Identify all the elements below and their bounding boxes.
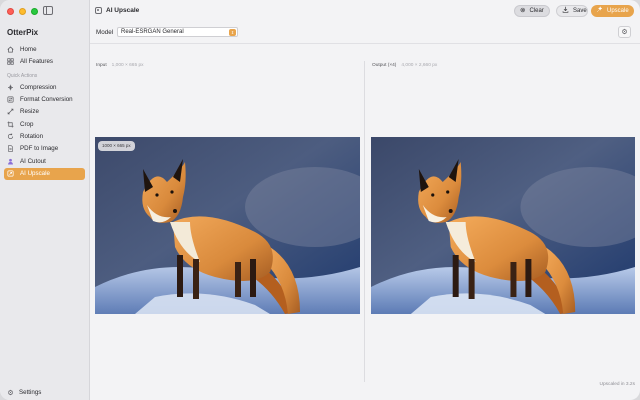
sidebar-item-label: Rotation bbox=[20, 133, 44, 141]
grid-icon bbox=[7, 58, 14, 65]
toolbar: AI Upscale ⊗ Clear Save Upscale bbox=[90, 0, 640, 22]
input-label: Input bbox=[96, 63, 107, 68]
sidebar-item-label: AI Cutout bbox=[20, 157, 46, 165]
sidebar-item-ai-upscale[interactable]: AI Upscale bbox=[4, 167, 85, 180]
sidebar: OtterPix Home All Features Quick Actions bbox=[0, 0, 90, 400]
fox-photo bbox=[95, 137, 360, 314]
sparkle-icon bbox=[596, 6, 603, 16]
sidebar-item-label: Crop bbox=[20, 120, 34, 128]
house-icon bbox=[7, 46, 14, 53]
rotate-icon bbox=[7, 133, 14, 140]
gear-icon: ⚙ bbox=[621, 29, 628, 36]
sidebar-item-settings[interactable]: ⚙ Settings bbox=[7, 389, 42, 397]
zoom-window-button[interactable] bbox=[31, 8, 38, 15]
image-icon bbox=[95, 7, 102, 14]
fox-photo-upscaled bbox=[371, 137, 635, 314]
clear-button[interactable]: ⊗ Clear bbox=[514, 5, 550, 17]
settings-label: Settings bbox=[19, 389, 42, 396]
sidebar-item-resize[interactable]: Resize bbox=[4, 106, 85, 118]
quick-actions-heading: Quick Actions bbox=[7, 73, 38, 79]
sidebar-item-label: All Features bbox=[20, 57, 54, 65]
resize-icon bbox=[7, 108, 14, 115]
sidebar-item-label: Format Conversion bbox=[20, 95, 73, 103]
status-text: Upscaled in 3.2s bbox=[599, 382, 635, 387]
primary-nav: Home All Features bbox=[4, 43, 85, 68]
gear-icon: ⚙ bbox=[7, 389, 14, 397]
sidebar-item-label: Resize bbox=[20, 108, 39, 116]
sidebar-item-format-conversion[interactable]: Format Conversion bbox=[4, 93, 85, 105]
sidebar-item-home[interactable]: Home bbox=[4, 43, 85, 55]
upscale-button[interactable]: Upscale bbox=[591, 5, 634, 17]
person-icon bbox=[7, 158, 14, 165]
sidebar-item-label: Compression bbox=[20, 83, 57, 91]
model-selected-value: Real-ESRGAN General bbox=[121, 29, 184, 35]
panel-divider[interactable] bbox=[364, 61, 365, 382]
upscale-icon bbox=[7, 170, 14, 177]
sidebar-item-label: PDF to Image bbox=[20, 145, 59, 153]
model-label: Model bbox=[96, 29, 114, 36]
app-name: OtterPix bbox=[7, 28, 39, 37]
sidebar-item-all-features[interactable]: All Features bbox=[4, 55, 85, 67]
input-panel-header: Input 1,000 × 665 px bbox=[96, 63, 144, 68]
page-title: AI Upscale bbox=[106, 7, 140, 14]
sidebar-item-rotation[interactable]: Rotation bbox=[4, 131, 85, 143]
sidebar-item-compression[interactable]: Compression bbox=[4, 81, 85, 93]
chevron-updown-icon: ⇕ bbox=[229, 29, 236, 36]
clear-label: Clear bbox=[529, 8, 544, 14]
output-image[interactable] bbox=[371, 137, 635, 314]
output-label: Output (×4) bbox=[372, 63, 397, 68]
compress-icon bbox=[7, 84, 14, 91]
convert-icon bbox=[7, 96, 14, 103]
document-icon bbox=[7, 145, 14, 153]
toolbar-divider bbox=[90, 43, 640, 44]
upscale-label: Upscale bbox=[607, 8, 629, 14]
sidebar-item-label: Home bbox=[20, 45, 37, 53]
input-image[interactable]: 1000 × 665 px bbox=[95, 137, 360, 314]
crop-icon bbox=[7, 121, 14, 128]
sidebar-item-crop[interactable]: Crop bbox=[4, 118, 85, 130]
clear-icon: ⊗ bbox=[520, 6, 526, 14]
download-icon bbox=[562, 6, 569, 16]
minimize-window-button[interactable] bbox=[19, 8, 26, 15]
output-size: 4,000 × 2,660 px bbox=[401, 63, 438, 68]
sidebar-item-ai-cutout[interactable]: AI Cutout bbox=[4, 155, 85, 167]
close-window-button[interactable] bbox=[7, 8, 14, 15]
output-panel-header: Output (×4) 4,000 × 2,660 px bbox=[372, 63, 437, 68]
input-size: 1,000 × 665 px bbox=[111, 63, 144, 68]
sidebar-item-label: AI Upscale bbox=[20, 170, 50, 178]
model-select[interactable]: Real-ESRGAN General ⇕ bbox=[117, 27, 238, 37]
model-row: Model Real-ESRGAN General ⇕ ⚙ bbox=[90, 25, 640, 39]
window-controls bbox=[7, 8, 38, 15]
sidebar-item-pdf-to-image[interactable]: PDF to Image bbox=[4, 143, 85, 155]
image-size-badge: 1000 × 665 px bbox=[98, 141, 135, 151]
app-window: OtterPix Home All Features Quick Actions bbox=[0, 0, 640, 400]
quick-actions-nav: Compression Format Conversion Resize Cro… bbox=[4, 81, 85, 180]
save-label: Save bbox=[573, 8, 587, 14]
save-button[interactable]: Save bbox=[556, 5, 588, 17]
sidebar-toggle-icon[interactable] bbox=[43, 6, 53, 15]
main-content: AI Upscale ⊗ Clear Save Upscale Model Re… bbox=[90, 0, 640, 400]
model-settings-button[interactable]: ⚙ bbox=[618, 26, 631, 38]
